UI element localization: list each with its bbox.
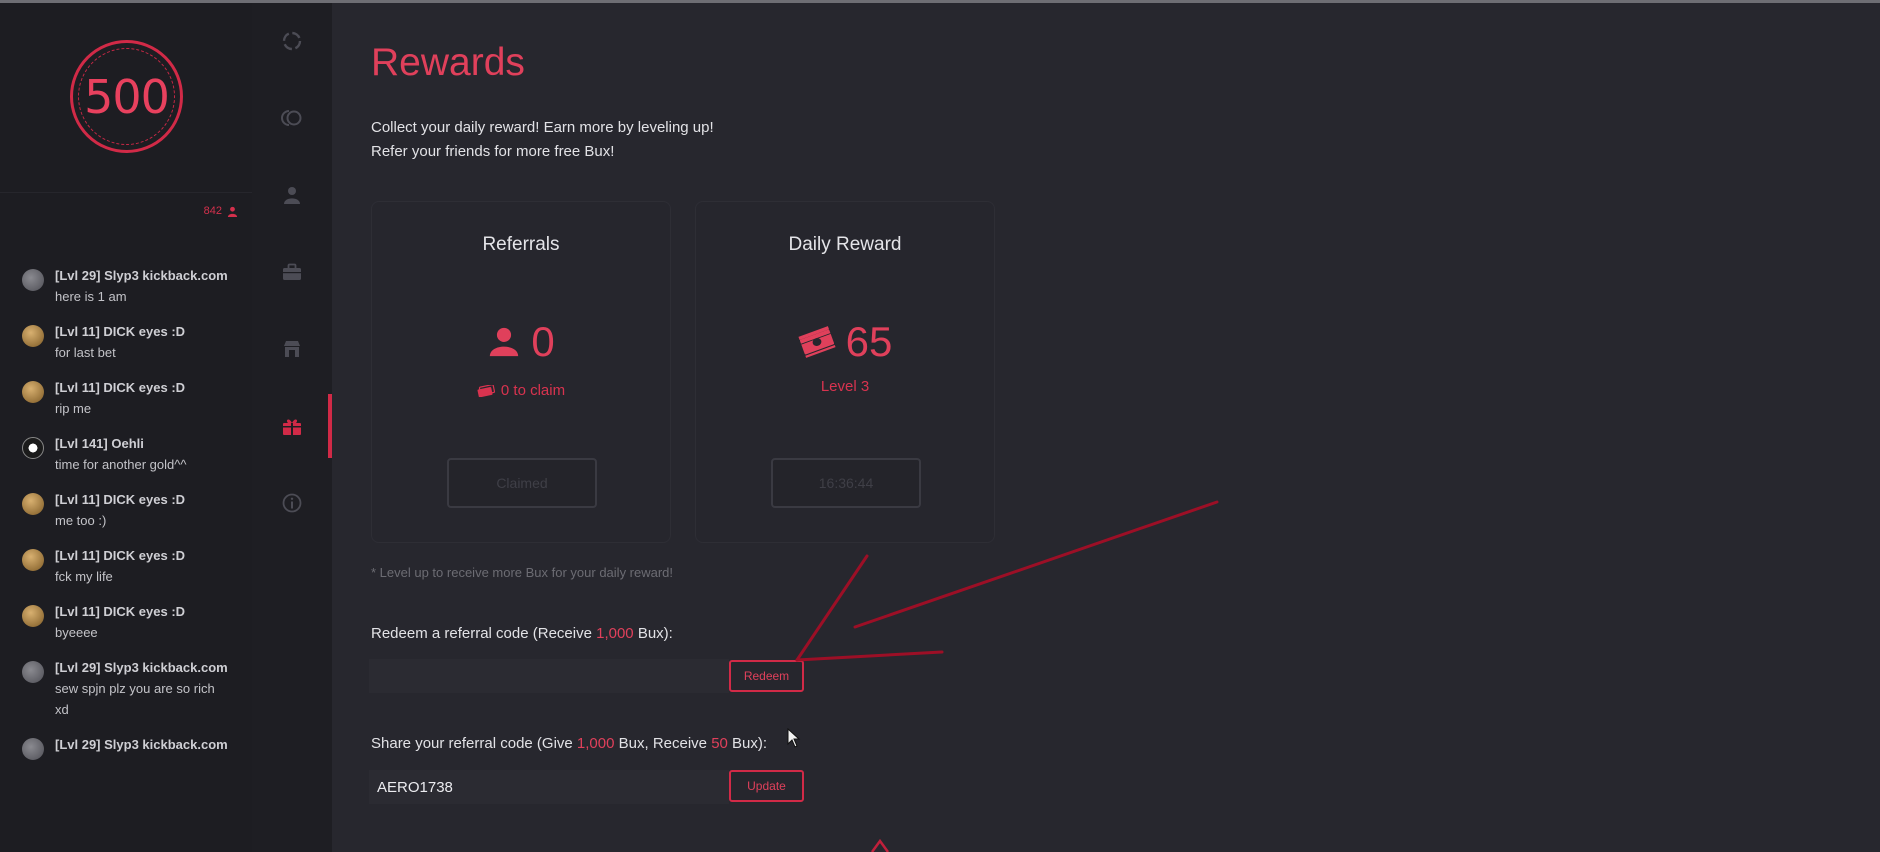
daily-reward-amount: 65 [845, 318, 893, 365]
nav-shop[interactable] [252, 317, 332, 381]
avatar[interactable] [22, 381, 44, 403]
chat-messages[interactable]: [Lvl 29] Slyp3 kickback.com here is 1 am[… [0, 265, 252, 769]
chat-text: byeeee [55, 625, 98, 640]
roulette-icon [282, 31, 302, 51]
referrals-value-row: 0 [372, 318, 670, 366]
avatar[interactable] [22, 269, 44, 291]
gift-icon [283, 419, 301, 435]
chat-username[interactable]: [Lvl 11] DICK eyes :D [55, 545, 252, 566]
chat-message: [Lvl 11] DICK eyes :D fck my life [0, 545, 252, 587]
chat-text: for last bet [55, 345, 116, 360]
redeem-code-input[interactable] [369, 659, 729, 693]
chat-message: [Lvl 11] DICK eyes :D byeeee [0, 601, 252, 643]
avatar[interactable] [22, 493, 44, 515]
intro-text: Collect your daily reward! Earn more by … [371, 116, 714, 164]
avatar[interactable] [22, 605, 44, 627]
online-count: 842 [203, 205, 222, 217]
info-icon [282, 493, 302, 513]
share-label-pre: Share your referral code (Give [371, 735, 577, 752]
user-icon [227, 206, 238, 217]
chat-text: me too :) [55, 513, 107, 528]
chat-message: [Lvl 29] Slyp3 kickback.com [0, 734, 252, 760]
daily-reward-level: Level 3 [820, 378, 870, 395]
level-note: * Level up to receive more Bux for your … [371, 565, 674, 580]
referral-code-input[interactable] [369, 770, 729, 804]
avatar[interactable] [22, 549, 44, 571]
redeem-label-post: Bux): [633, 625, 673, 642]
chat-username[interactable]: [Lvl 11] DICK eyes :D [55, 377, 252, 398]
share-label: Share your referral code (Give 1,000 Bux… [371, 735, 767, 752]
claim-referrals-button[interactable]: Claimed [447, 458, 597, 508]
chat-message: [Lvl 29] Slyp3 kickback.com sew spjn plz … [0, 657, 252, 720]
balance-ring: 500 [70, 40, 183, 153]
redeem-label: Redeem a referral code (Receive 1,000 Bu… [371, 625, 673, 642]
daily-reward-card: Daily Reward 65 Level 3 16:36:44 [695, 201, 995, 543]
chat-text: sew spjn plz you are so rich xd [55, 681, 215, 717]
chat-message: [Lvl 141] Oehli time for another gold^^ [0, 433, 252, 475]
chat-username[interactable]: [Lvl 29] Slyp3 kickback.com [55, 265, 252, 286]
online-users: 842 [204, 205, 238, 217]
redeem-button[interactable]: Redeem [729, 660, 804, 692]
main-nav [252, 3, 332, 852]
share-label-mid: Bux, Receive [614, 735, 712, 752]
chat-message: [Lvl 11] DICK eyes :D for last bet [0, 321, 252, 363]
nav-inventory[interactable] [252, 240, 332, 304]
page-title: Rewards [371, 41, 525, 84]
money-stack-icon [798, 326, 836, 358]
nav-rewards[interactable] [252, 394, 332, 458]
intro-line-2: Refer your friends for more free Bux! [371, 143, 615, 160]
chat-username[interactable]: [Lvl 11] DICK eyes :D [55, 489, 252, 510]
balance-panel: 500 [0, 3, 252, 193]
briefcase-icon [283, 263, 301, 280]
share-give-amount: 1,000 [576, 735, 615, 752]
profile-icon [284, 187, 300, 204]
avatar[interactable] [22, 738, 44, 760]
nav-info[interactable] [252, 471, 332, 535]
coinflip-icon [281, 110, 302, 126]
chat-username[interactable]: [Lvl 11] DICK eyes :D [55, 321, 252, 342]
cash-icon [477, 384, 495, 397]
chat-username[interactable]: [Lvl 29] Slyp3 kickback.com [55, 657, 252, 678]
avatar[interactable] [22, 325, 44, 347]
chat-text: time for another gold^^ [55, 457, 187, 472]
nav-coinflip[interactable] [252, 86, 332, 150]
chat-text: rip me [55, 401, 92, 416]
nav-roulette[interactable] [252, 9, 332, 73]
chat-message: [Lvl 11] DICK eyes :D rip me [0, 377, 252, 419]
referrals-card: Referrals 0 0 to claim Claimed [371, 201, 671, 543]
update-button[interactable]: Update [729, 770, 804, 802]
shop-icon [284, 341, 300, 357]
rewards-page: Rewards Collect your daily reward! Earn … [332, 3, 1880, 852]
chat-sidebar: 500 842 [Lvl 29] Slyp3 kickback.com here … [0, 3, 252, 852]
chat-message: [Lvl 29] Slyp3 kickback.com here is 1 am [0, 265, 252, 307]
referrals-count: 0 [531, 318, 555, 365]
referrals-claimable: 0 to claim [372, 382, 670, 399]
daily-reward-value-row: 65 [696, 318, 994, 366]
daily-reward-title: Daily Reward [788, 234, 902, 255]
chat-username[interactable]: [Lvl 11] DICK eyes :D [55, 601, 252, 622]
chat-username[interactable]: [Lvl 29] Slyp3 kickback.com [55, 734, 252, 755]
chat-text: here is 1 am [55, 289, 127, 304]
redeem-amount: 1,000 [596, 625, 634, 642]
redeem-label-pre: Redeem a referral code (Receive [371, 625, 597, 642]
avatar[interactable] [22, 437, 44, 459]
daily-reward-timer-button[interactable]: 16:36:44 [771, 458, 921, 508]
share-label-post: Bux): [727, 735, 768, 752]
avatar[interactable] [22, 661, 44, 683]
referrals-title: Referrals [482, 234, 560, 255]
mouse-cursor-icon [787, 728, 801, 748]
share-receive-amount: 50 [711, 735, 728, 752]
intro-line-1: Collect your daily reward! Earn more by … [371, 119, 714, 136]
referrals-claim-text: 0 to claim [500, 382, 566, 399]
chat-message: [Lvl 11] DICK eyes :D me too :) [0, 489, 252, 531]
user-icon [490, 327, 519, 357]
nav-profile[interactable] [252, 163, 332, 227]
chat-text: fck my life [55, 569, 113, 584]
balance-value: 500 [84, 69, 170, 124]
chat-username[interactable]: [Lvl 141] Oehli [55, 433, 252, 454]
